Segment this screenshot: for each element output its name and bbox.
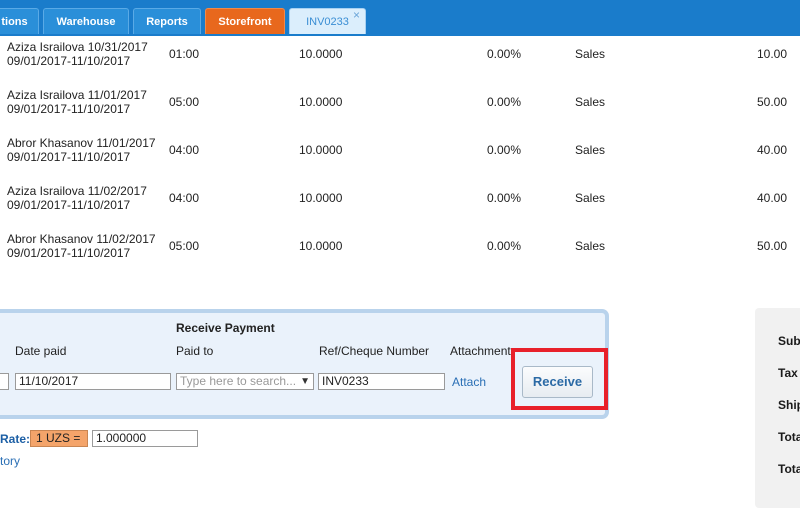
item-tax: 0.00% (487, 191, 522, 205)
exchange-rate-label: Rate: (0, 432, 31, 446)
tab-warehouse[interactable]: Warehouse (43, 8, 129, 34)
paid-to-placeholder: Type here to search... (180, 374, 297, 388)
date-paid-input[interactable]: 11/10/2017 (15, 373, 171, 390)
table-row: Aziza Israilova 10/31/2017 09/01/2017-11/… (0, 34, 800, 82)
tab-label: INV0233 (306, 16, 349, 28)
item-account: Sales (575, 239, 606, 253)
item-account: Sales (575, 47, 606, 61)
table-row: Aziza Israilova 11/02/2017 09/01/2017-11/… (0, 178, 800, 226)
tab-label: Storefront (218, 16, 272, 28)
item-description: Abror Khasanov 11/02/2017 09/01/2017-11/1… (7, 232, 156, 260)
item-rate: 10.0000 (299, 95, 343, 109)
subtotal-label: Sub (778, 334, 800, 348)
item-description: Aziza Israilova 11/02/2017 09/01/2017-11/… (7, 184, 147, 212)
item-hours: 05:00 (169, 239, 200, 253)
tax-label: Tax (778, 366, 798, 380)
item-amount: 50.00 (757, 239, 788, 253)
tab-storefront[interactable]: Storefront (205, 8, 285, 34)
item-tax: 0.00% (487, 47, 522, 61)
paid-to-label: Paid to (176, 344, 214, 358)
item-rate: 10.0000 (299, 143, 343, 157)
item-account: Sales (575, 95, 606, 109)
ref-number-input[interactable]: INV0233 (318, 373, 445, 390)
chevron-down-icon: ▼ (300, 376, 310, 387)
item-rate: 10.0000 (299, 47, 343, 61)
item-description: Aziza Israilova 11/01/2017 09/01/2017-11/… (7, 88, 147, 116)
item-amount: 50.00 (757, 95, 788, 109)
date-paid-label: Date paid (15, 344, 67, 358)
ref-number-label: Ref/Cheque Number (319, 344, 430, 358)
tab-label: Reports (146, 16, 188, 28)
item-account: Sales (575, 191, 606, 205)
item-tax: 0.00% (487, 239, 522, 253)
tab-label: tions (1, 16, 28, 28)
item-hours: 01:00 (169, 47, 200, 61)
attach-link[interactable]: Attach (452, 375, 486, 389)
currency-badge: 1 UZS = (30, 430, 88, 447)
table-row: Aziza Israilova 11/01/2017 09/01/2017-11/… (0, 82, 800, 130)
payment-method-field[interactable] (0, 373, 9, 390)
item-amount: 10.00 (757, 47, 788, 61)
tab-invoice[interactable]: INV0233 × (289, 8, 366, 34)
item-account: Sales (575, 143, 606, 157)
tab-label: Warehouse (56, 16, 116, 28)
item-rate: 10.0000 (299, 191, 343, 205)
table-row: Abror Khasanov 11/02/2017 09/01/2017-11/1… (0, 226, 800, 274)
tab-reports[interactable]: Reports (133, 8, 201, 34)
paid-to-select[interactable]: Type here to search... ▼ (176, 373, 314, 390)
item-description: Abror Khasanov 11/01/2017 09/01/2017-11/1… (7, 136, 156, 164)
item-tax: 0.00% (487, 95, 522, 109)
receive-button[interactable]: Receive (522, 366, 593, 398)
item-rate: 10.0000 (299, 239, 343, 253)
top-nav-bar: tions Warehouse Reports Storefront INV02… (0, 0, 800, 36)
item-description: Aziza Israilova 10/31/2017 09/01/2017-11/… (7, 40, 148, 68)
item-amount: 40.00 (757, 191, 788, 205)
table-row: Abror Khasanov 11/01/2017 09/01/2017-11/1… (0, 130, 800, 178)
item-hours: 04:00 (169, 191, 200, 205)
item-hours: 04:00 (169, 143, 200, 157)
item-hours: 05:00 (169, 95, 200, 109)
total-label: Tota (778, 430, 800, 444)
shipping-label: Ship (778, 398, 800, 412)
total-due-label: Tota (778, 462, 800, 476)
tab-transactions[interactable]: tions (0, 8, 39, 34)
history-link[interactable]: tory (0, 454, 20, 468)
attachment-label: Attachment: (450, 344, 515, 358)
panel-title: Receive Payment (176, 321, 275, 335)
exchange-rate-input[interactable]: 1.000000 (92, 430, 198, 447)
item-amount: 40.00 (757, 143, 788, 157)
close-icon[interactable]: × (353, 2, 360, 28)
item-tax: 0.00% (487, 143, 522, 157)
